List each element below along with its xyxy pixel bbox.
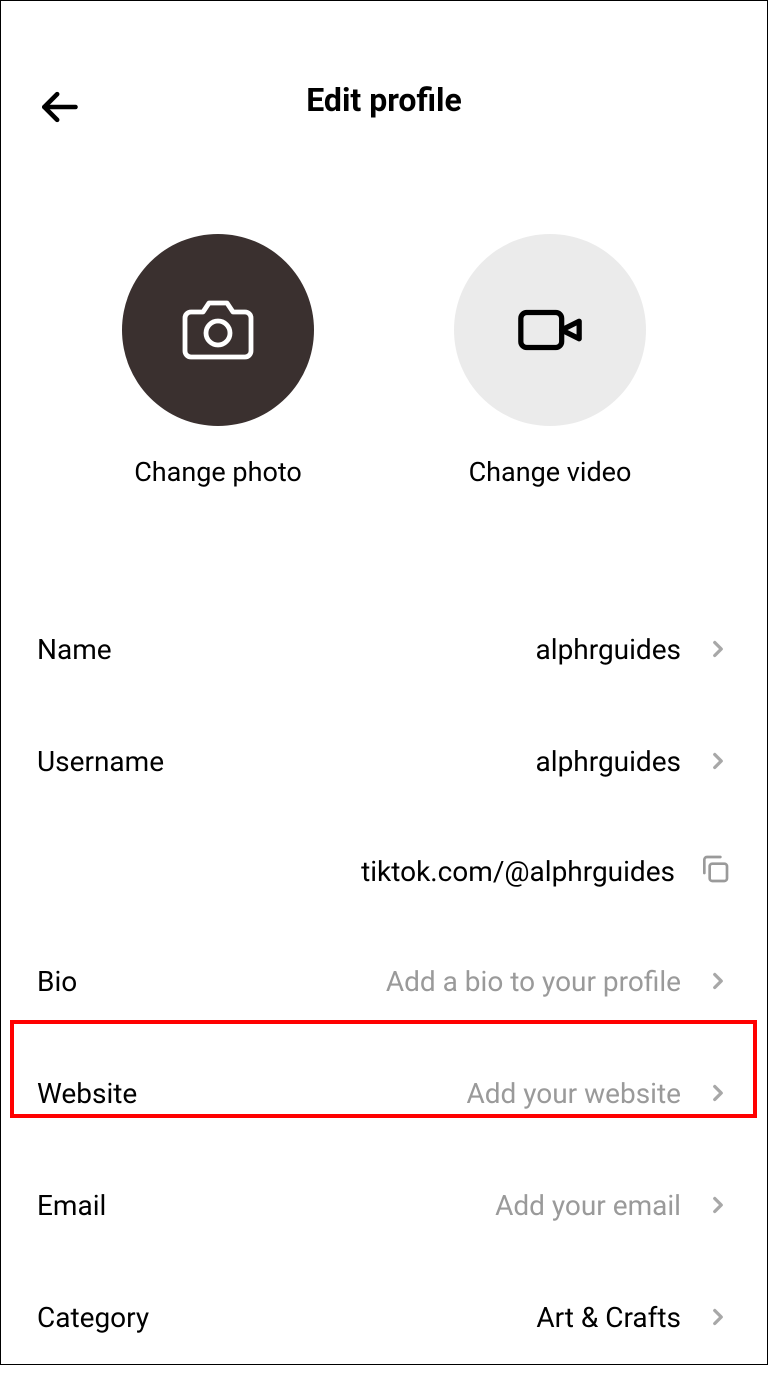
field-label: Website <box>37 1077 137 1110</box>
field-value: alphrguides <box>536 633 681 666</box>
back-button[interactable] <box>37 85 81 133</box>
page-title: Edit profile <box>37 81 731 119</box>
change-video-label: Change video <box>469 456 632 488</box>
field-value-wrap: Add your website <box>466 1077 731 1110</box>
field-label: Bio <box>37 965 77 998</box>
video-icon <box>515 295 585 365</box>
profile-url: tiktok.com/@alphrguides <box>361 855 675 888</box>
field-value-wrap: Add your email <box>495 1189 731 1222</box>
copy-button[interactable] <box>699 853 731 889</box>
chevron-right-icon <box>705 1080 731 1106</box>
copy-icon <box>699 853 731 885</box>
field-bio[interactable]: Bio Add a bio to your profile <box>37 925 731 1037</box>
change-photo-label: Change photo <box>134 456 302 488</box>
field-label: Email <box>37 1189 106 1222</box>
field-website[interactable]: Website Add your website <box>37 1037 731 1149</box>
change-photo-button[interactable]: Change photo <box>122 234 314 488</box>
field-value: alphrguides <box>536 745 681 778</box>
field-label: Category <box>37 1301 149 1334</box>
profile-url-row: tiktok.com/@alphrguides <box>37 817 731 925</box>
field-value-wrap: Add a bio to your profile <box>386 965 731 998</box>
field-value: Art & Crafts <box>536 1301 681 1334</box>
chevron-right-icon <box>705 968 731 994</box>
chevron-right-icon <box>705 748 731 774</box>
field-username[interactable]: Username alphrguides <box>37 705 731 817</box>
field-label: Name <box>37 633 112 666</box>
chevron-right-icon <box>705 636 731 662</box>
field-placeholder: Add a bio to your profile <box>386 965 681 998</box>
field-label: Username <box>37 745 164 778</box>
field-value-wrap: alphrguides <box>536 633 731 666</box>
field-email[interactable]: Email Add your email <box>37 1149 731 1261</box>
field-name[interactable]: Name alphrguides <box>37 593 731 705</box>
media-section: Change photo Change video <box>1 234 767 488</box>
camera-icon <box>182 294 254 366</box>
change-video-button[interactable]: Change video <box>454 234 646 488</box>
field-category[interactable]: Category Art & Crafts <box>37 1261 731 1373</box>
field-placeholder: Add your email <box>495 1189 681 1222</box>
fields-list: Name alphrguides Username alphrguides ti… <box>1 593 767 1373</box>
chevron-right-icon <box>705 1304 731 1330</box>
field-placeholder: Add your website <box>466 1077 681 1110</box>
header: Edit profile <box>1 1 767 139</box>
video-circle <box>454 234 646 426</box>
field-value-wrap: Art & Crafts <box>536 1301 731 1334</box>
arrow-left-icon <box>37 85 81 129</box>
chevron-right-icon <box>705 1192 731 1218</box>
photo-circle <box>122 234 314 426</box>
field-value-wrap: alphrguides <box>536 745 731 778</box>
